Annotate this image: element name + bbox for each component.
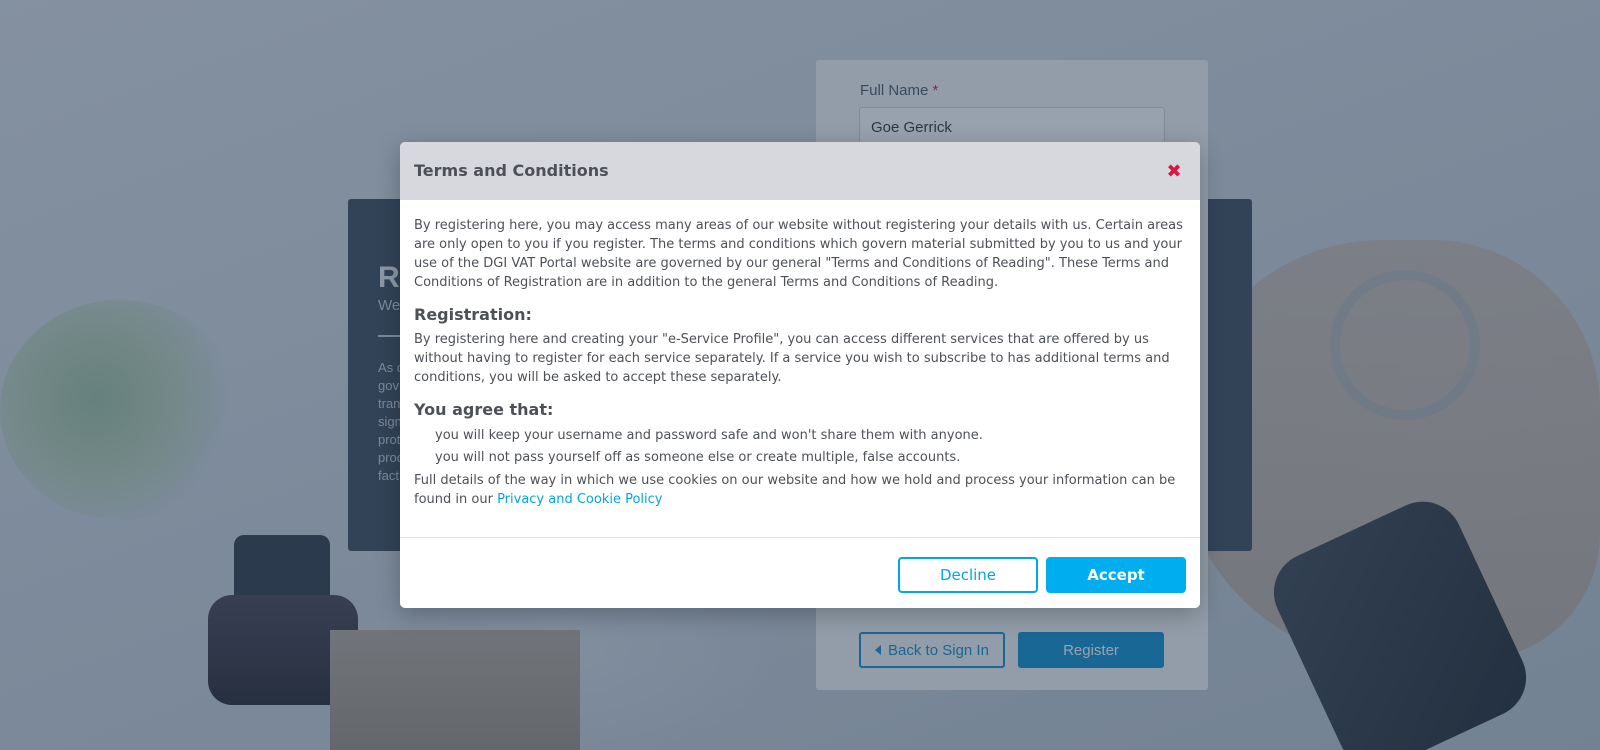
registration-heading: Registration: (414, 305, 532, 324)
modal-header: Terms and Conditions ✖ (400, 142, 1200, 200)
accept-button[interactable]: Accept (1046, 557, 1186, 593)
modal-body: By registering here, you may access many… (414, 216, 1186, 509)
decline-button[interactable]: Decline (898, 557, 1038, 593)
agree-list: you will keep your username and password… (414, 425, 1186, 469)
intro-paragraph: By registering here, you may access many… (414, 218, 1183, 290)
close-icon: ✖ (1166, 161, 1182, 182)
agree-heading: You agree that: (414, 400, 554, 419)
modal-title: Terms and Conditions (414, 161, 609, 180)
privacy-cookie-policy-link[interactable]: Privacy and Cookie Policy (497, 492, 662, 507)
terms-modal: Terms and Conditions ✖ By registering he… (400, 142, 1200, 608)
registration-paragraph: By registering here and creating your "e… (414, 332, 1170, 385)
list-item: you will not pass yourself off as someon… (435, 450, 961, 465)
list-item: you will keep your username and password… (435, 428, 983, 443)
modal-footer-divider (400, 537, 1200, 538)
cookies-paragraph: Full details of the way in which we use … (414, 471, 1186, 509)
close-button[interactable]: ✖ (1162, 160, 1186, 184)
